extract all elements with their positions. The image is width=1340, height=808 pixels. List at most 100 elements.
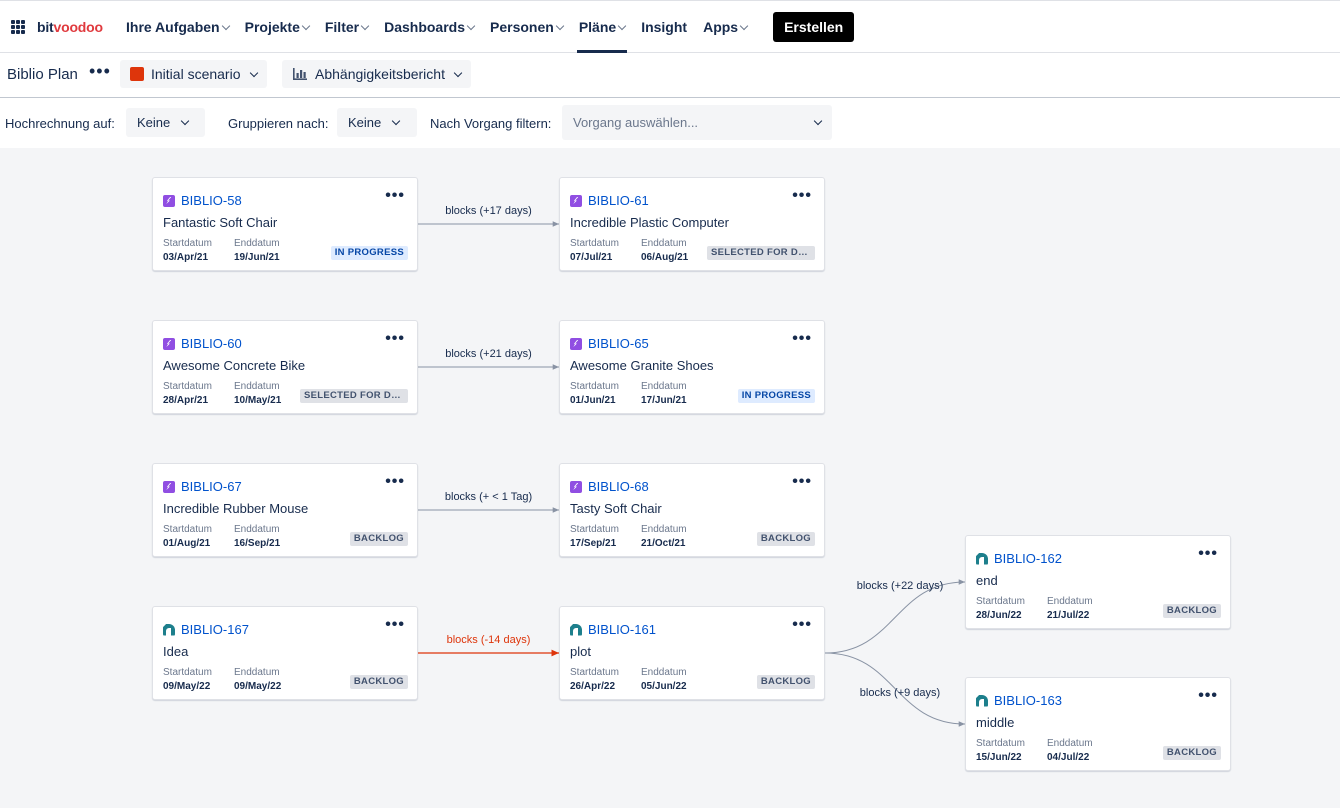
nav-item-ihre-aufgaben[interactable]: Ihre Aufgaben	[118, 1, 237, 53]
issue-card-biblio-65[interactable]: BIBLIO-65 ••• Awesome Granite Shoes Startda…	[559, 320, 825, 414]
epic-icon	[163, 337, 175, 350]
issue-card-biblio-61[interactable]: BIBLIO-61 ••• Incredible Plastic Computer S…	[559, 177, 825, 271]
issue-summary: Idea	[163, 644, 189, 659]
end-date-label: Enddatum	[641, 238, 687, 249]
idea-icon	[163, 624, 175, 636]
status-badge: BACKLOG	[349, 675, 408, 689]
group-select[interactable]: Keine	[337, 108, 417, 137]
main-nav: Ihre Aufgaben Projekte Filter Dashboards…	[118, 1, 855, 53]
end-date-label: Enddatum	[1047, 596, 1093, 607]
scenario-dropdown[interactable]: Initial scenario	[120, 60, 267, 88]
issue-card-biblio-162[interactable]: BIBLIO-162 ••• end Startdatum Enddatum 28/Jun…	[965, 535, 1231, 629]
nav-label: Pläne	[578, 19, 617, 35]
end-date-label: Enddatum	[641, 667, 687, 678]
start-date-label: Startdatum	[570, 238, 619, 249]
more-icon[interactable]: •••	[89, 62, 110, 83]
end-date-label: Enddatum	[234, 667, 280, 678]
issue-key-link[interactable]: BIBLIO-161	[588, 622, 656, 637]
issue-card-header: BIBLIO-163	[976, 693, 1062, 708]
end-date-value: 06/Aug/21	[641, 252, 689, 263]
dependency-link[interactable]	[824, 579, 966, 654]
start-date-value: 03/Apr/21	[163, 252, 209, 263]
issue-key-link[interactable]: BIBLIO-163	[994, 693, 1062, 708]
end-date-label: Enddatum	[641, 524, 687, 535]
logo[interactable]: bitvoodoo	[37, 19, 103, 35]
start-date-label: Startdatum	[976, 596, 1025, 607]
dependency-link-label[interactable]: blocks (-14 days)	[447, 634, 531, 646]
nav-item-personen[interactable]: Personen	[482, 1, 571, 53]
start-date-label: Startdatum	[163, 381, 212, 392]
start-date-label: Startdatum	[976, 738, 1025, 749]
dependency-link-label[interactable]: blocks (+21 days)	[445, 348, 532, 360]
nav-item-filter[interactable]: Filter	[317, 1, 376, 53]
issue-summary: Awesome Concrete Bike	[163, 358, 306, 373]
issue-key-link[interactable]: BIBLIO-60	[181, 336, 242, 351]
issue-key-link[interactable]: BIBLIO-65	[588, 336, 649, 351]
chevron-down-icon	[301, 21, 311, 30]
issue-card-biblio-68[interactable]: BIBLIO-68 ••• Tasty Soft Chair Startdatum En…	[559, 463, 825, 557]
issue-card-header: BIBLIO-68	[570, 479, 649, 494]
dependency-link-label[interactable]: blocks (+ < 1 Tag)	[445, 491, 532, 503]
end-date-value: 09/May/22	[234, 681, 282, 692]
more-icon[interactable]: •••	[385, 331, 405, 347]
issue-card-biblio-58[interactable]: BIBLIO-58 ••• Fantastic Soft Chair Startdat…	[152, 177, 418, 271]
more-icon[interactable]: •••	[792, 474, 812, 490]
epic-icon	[570, 337, 582, 350]
report-dropdown[interactable]: Abhängigkeitsbericht	[282, 60, 471, 88]
nav-item-apps[interactable]: Apps	[695, 1, 755, 53]
nav-item-dashboards[interactable]: Dashboards	[376, 1, 482, 53]
chevron-down-icon	[392, 116, 401, 126]
end-date-value: 05/Jun/22	[641, 681, 687, 692]
issue-card-header: BIBLIO-161	[570, 622, 656, 637]
more-icon[interactable]: •••	[385, 188, 405, 204]
issue-card-header: BIBLIO-167	[163, 622, 249, 637]
epic-icon	[163, 194, 175, 207]
chevron-down-icon	[466, 21, 476, 30]
dependency-link-label[interactable]: blocks (+9 days)	[860, 687, 940, 699]
start-date-value: 09/May/22	[163, 681, 211, 692]
issue-key-link[interactable]: BIBLIO-162	[994, 551, 1062, 566]
end-date-value: 10/May/21	[234, 395, 282, 406]
start-date-value: 17/Sep/21	[570, 538, 617, 549]
scenario-label: Initial scenario	[151, 66, 241, 82]
nav-item-plaene[interactable]: Pläne	[571, 1, 633, 53]
issue-card-biblio-60[interactable]: BIBLIO-60 ••• Awesome Concrete Bike Startda…	[152, 320, 418, 414]
more-icon[interactable]: •••	[385, 474, 405, 490]
start-date-label: Startdatum	[570, 381, 619, 392]
issue-key-link[interactable]: BIBLIO-58	[181, 193, 242, 208]
rollup-select[interactable]: Keine	[126, 108, 205, 137]
more-icon[interactable]: •••	[1198, 688, 1218, 704]
nav-label: Personen	[490, 19, 554, 35]
more-icon[interactable]: •••	[792, 188, 812, 204]
more-icon[interactable]: •••	[792, 617, 812, 633]
issue-summary: Incredible Rubber Mouse	[163, 501, 309, 516]
idea-icon	[570, 624, 582, 636]
issue-card-biblio-161[interactable]: BIBLIO-161 ••• plot Startdatum Enddatum 26/Ap…	[559, 606, 825, 700]
status-badge: BACKLOG	[1162, 604, 1221, 618]
dependency-link-label[interactable]: blocks (+17 days)	[445, 205, 532, 217]
nav-item-projekte[interactable]: Projekte	[237, 1, 317, 53]
more-icon[interactable]: •••	[385, 617, 405, 633]
rollup-value: Keine	[137, 115, 171, 130]
more-icon[interactable]: •••	[792, 331, 812, 347]
issue-key-link[interactable]: BIBLIO-68	[588, 479, 649, 494]
issue-card-biblio-163[interactable]: BIBLIO-163 ••• middle Startdatum Enddatum 15/…	[965, 677, 1231, 771]
more-icon[interactable]: •••	[1198, 546, 1218, 562]
app-switcher-icon[interactable]	[11, 20, 25, 34]
issue-key-link[interactable]: BIBLIO-61	[588, 193, 649, 208]
epic-icon	[163, 480, 175, 493]
issue-summary: Awesome Granite Shoes	[570, 358, 714, 373]
end-date-value: 21/Oct/21	[641, 538, 686, 549]
issue-key-link[interactable]: BIBLIO-167	[181, 622, 249, 637]
start-date-value: 28/Apr/21	[163, 395, 209, 406]
issue-card-biblio-167[interactable]: BIBLIO-167 ••• Idea Startdatum Enddatum 09/Ma…	[152, 606, 418, 700]
issue-filter-select[interactable]: Vorgang auswählen...	[562, 105, 832, 140]
issue-card-biblio-67[interactable]: BIBLIO-67 ••• Incredible Rubber Mouse Start…	[152, 463, 418, 557]
chevron-down-icon	[453, 68, 463, 77]
create-button[interactable]: Erstellen	[773, 12, 855, 42]
issue-key-link[interactable]: BIBLIO-67	[181, 479, 242, 494]
dependency-link-label[interactable]: blocks (+22 days)	[857, 580, 944, 592]
nav-item-insight[interactable]: Insight	[633, 1, 695, 53]
start-date-value: 26/Apr/22	[570, 681, 616, 692]
epic-icon	[570, 194, 582, 207]
